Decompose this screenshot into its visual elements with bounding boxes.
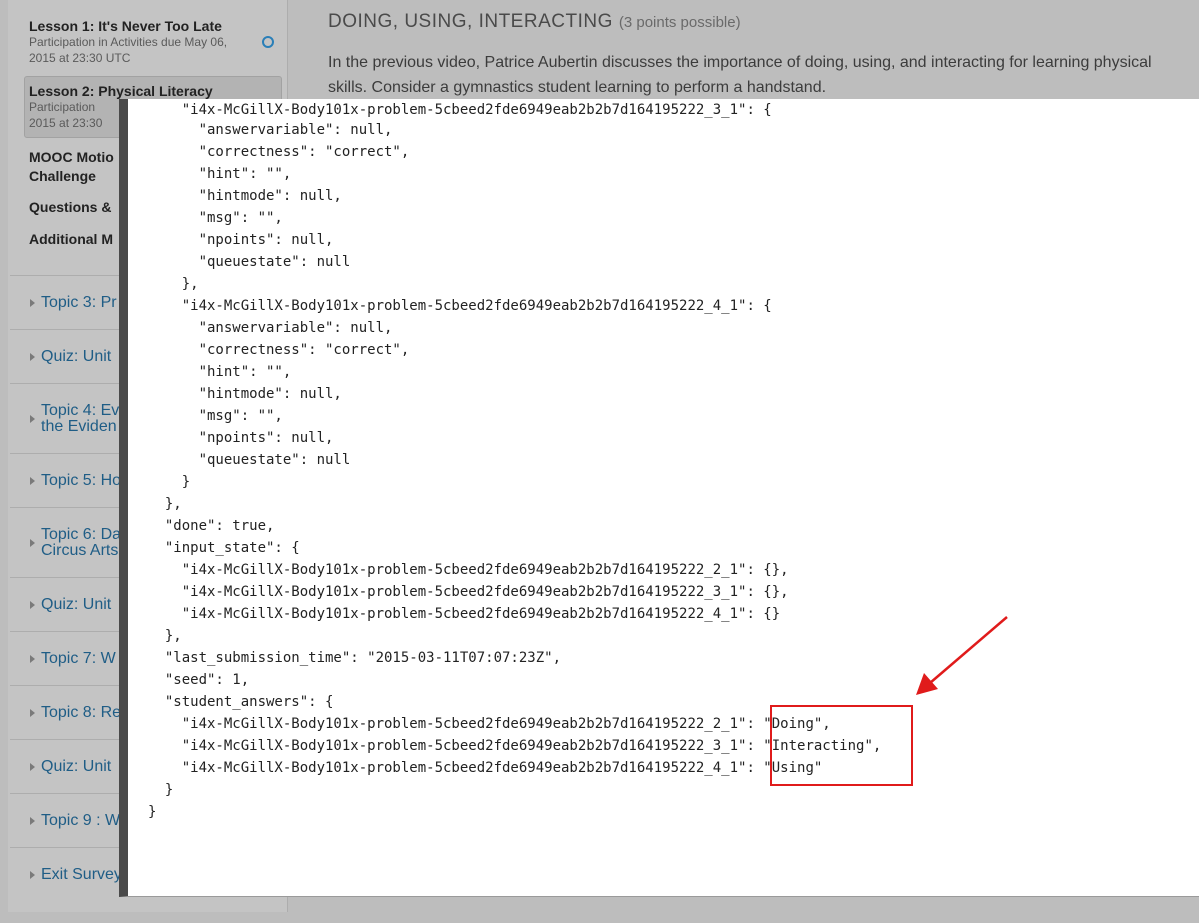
topic-label: Topic 6: Da [41, 526, 122, 543]
code-line: "answervariable": null, [148, 320, 393, 336]
code-line: "hint": "", [148, 166, 292, 182]
topic-label: Topic 8: Re [41, 704, 122, 721]
code-line: "msg": "", [148, 408, 283, 424]
topic-label: Topic 9 : W [41, 812, 121, 829]
code-line: } [148, 804, 157, 820]
points-possible: (3 points possible) [618, 14, 741, 31]
code-line: "correctness": "correct", [148, 342, 410, 358]
code-line: "msg": "", [148, 210, 283, 226]
caret-right-icon [30, 655, 35, 663]
code-line: }, [148, 276, 199, 292]
caret-right-icon [30, 871, 35, 879]
sidebar-link-mooc-motion[interactable]: MOOC Motio Challenge [29, 148, 114, 186]
sidebar-link-additional[interactable]: Additional M [29, 230, 113, 249]
code-line: "correctness": "correct", [148, 144, 410, 160]
caret-right-icon [30, 299, 35, 307]
code-line: "queuestate": null [148, 452, 351, 468]
code-line: } [148, 782, 174, 798]
code-line: "i4x-McGillX-Body101x-problem-5cbeed2fde… [148, 584, 789, 600]
topic-label: Quiz: Unit [41, 758, 112, 775]
lesson-2-title: Lesson 2: Physical Literacy [29, 83, 213, 99]
code-line: "seed": 1, [148, 672, 250, 688]
topic-label: Topic 4: Ev [41, 402, 120, 419]
caret-right-icon [30, 709, 35, 717]
caret-right-icon [30, 817, 35, 825]
code-line: "hintmode": null, [148, 386, 342, 402]
topic-label: Circus Arts [41, 542, 119, 559]
problem-title: DOING, USING, INTERACTING [328, 11, 613, 32]
answer-highlight-box [770, 705, 913, 786]
topic-label: Topic 3: Pr [41, 294, 117, 311]
code-line: "queuestate": null [148, 254, 351, 270]
code-line: "npoints": null, [148, 430, 334, 446]
topic-label: Quiz: Unit [41, 596, 112, 613]
code-line: "hintmode": null, [148, 188, 342, 204]
caret-right-icon [30, 477, 35, 485]
code-line: "input_state": { [148, 540, 300, 556]
alarm-icon [262, 36, 274, 48]
code-line: }, [148, 496, 182, 512]
topic-label: Topic 7: W [41, 650, 116, 667]
json-viewer-modal: "i4x-McGillX-Body101x-problem-5cbeed2fde… [119, 99, 1199, 897]
problem-description: In the previous video, Patrice Aubertin … [328, 54, 1152, 96]
code-line: "i4x-McGillX-Body101x-problem-5cbeed2fde… [148, 298, 772, 314]
code-line: "done": true, [148, 518, 275, 534]
caret-right-icon [30, 415, 35, 423]
sidebar-link-questions[interactable]: Questions & [29, 198, 111, 217]
problem-heading: DOING, USING, INTERACTING (3 points possi… [328, 11, 741, 33]
code-line: "i4x-McGillX-Body101x-problem-5cbeed2fde… [148, 760, 823, 776]
lesson-1-due: Participation in Activities due May 06, … [29, 34, 227, 66]
code-line: }, [148, 628, 182, 644]
code-line: "i4x-McGillX-Body101x-problem-5cbeed2fde… [148, 606, 781, 622]
code-line: "answervariable": null, [148, 122, 393, 138]
caret-right-icon [30, 539, 35, 547]
code-line: "npoints": null, [148, 232, 334, 248]
topic-label: Exit Survey [41, 866, 122, 883]
caret-right-icon [30, 763, 35, 771]
code-line: "hint": "", [148, 364, 292, 380]
topic-label: Quiz: Unit [41, 348, 112, 365]
caret-right-icon [30, 601, 35, 609]
lesson-1-due-line1: Participation in Activities due May 06, [29, 35, 228, 49]
sidebar-link-label: Challenge [29, 168, 96, 184]
code-line: "i4x-McGillX-Body101x-problem-5cbeed2fde… [148, 102, 772, 118]
code-line: } [148, 474, 191, 490]
caret-right-icon [30, 353, 35, 361]
code-line: "i4x-McGillX-Body101x-problem-5cbeed2fde… [148, 716, 831, 732]
lesson-1-title: Lesson 1: It's Never Too Late [29, 18, 222, 34]
topic-label: Topic 5: Ho [41, 472, 122, 489]
lesson-1-due-line2: 2015 at 23:30 UTC [29, 51, 131, 65]
code-line: "i4x-McGillX-Body101x-problem-5cbeed2fde… [148, 562, 789, 578]
code-line: "student_answers": { [148, 694, 334, 710]
code-line: "last_submission_time": "2015-03-11T07:0… [148, 650, 562, 666]
annotation-arrow-icon [916, 616, 1008, 695]
topic-label: the Eviden [41, 418, 117, 435]
sidebar-link-label: MOOC Motio [29, 149, 114, 165]
lesson-1[interactable]: Lesson 1: It's Never Too Late Participat… [29, 18, 227, 66]
